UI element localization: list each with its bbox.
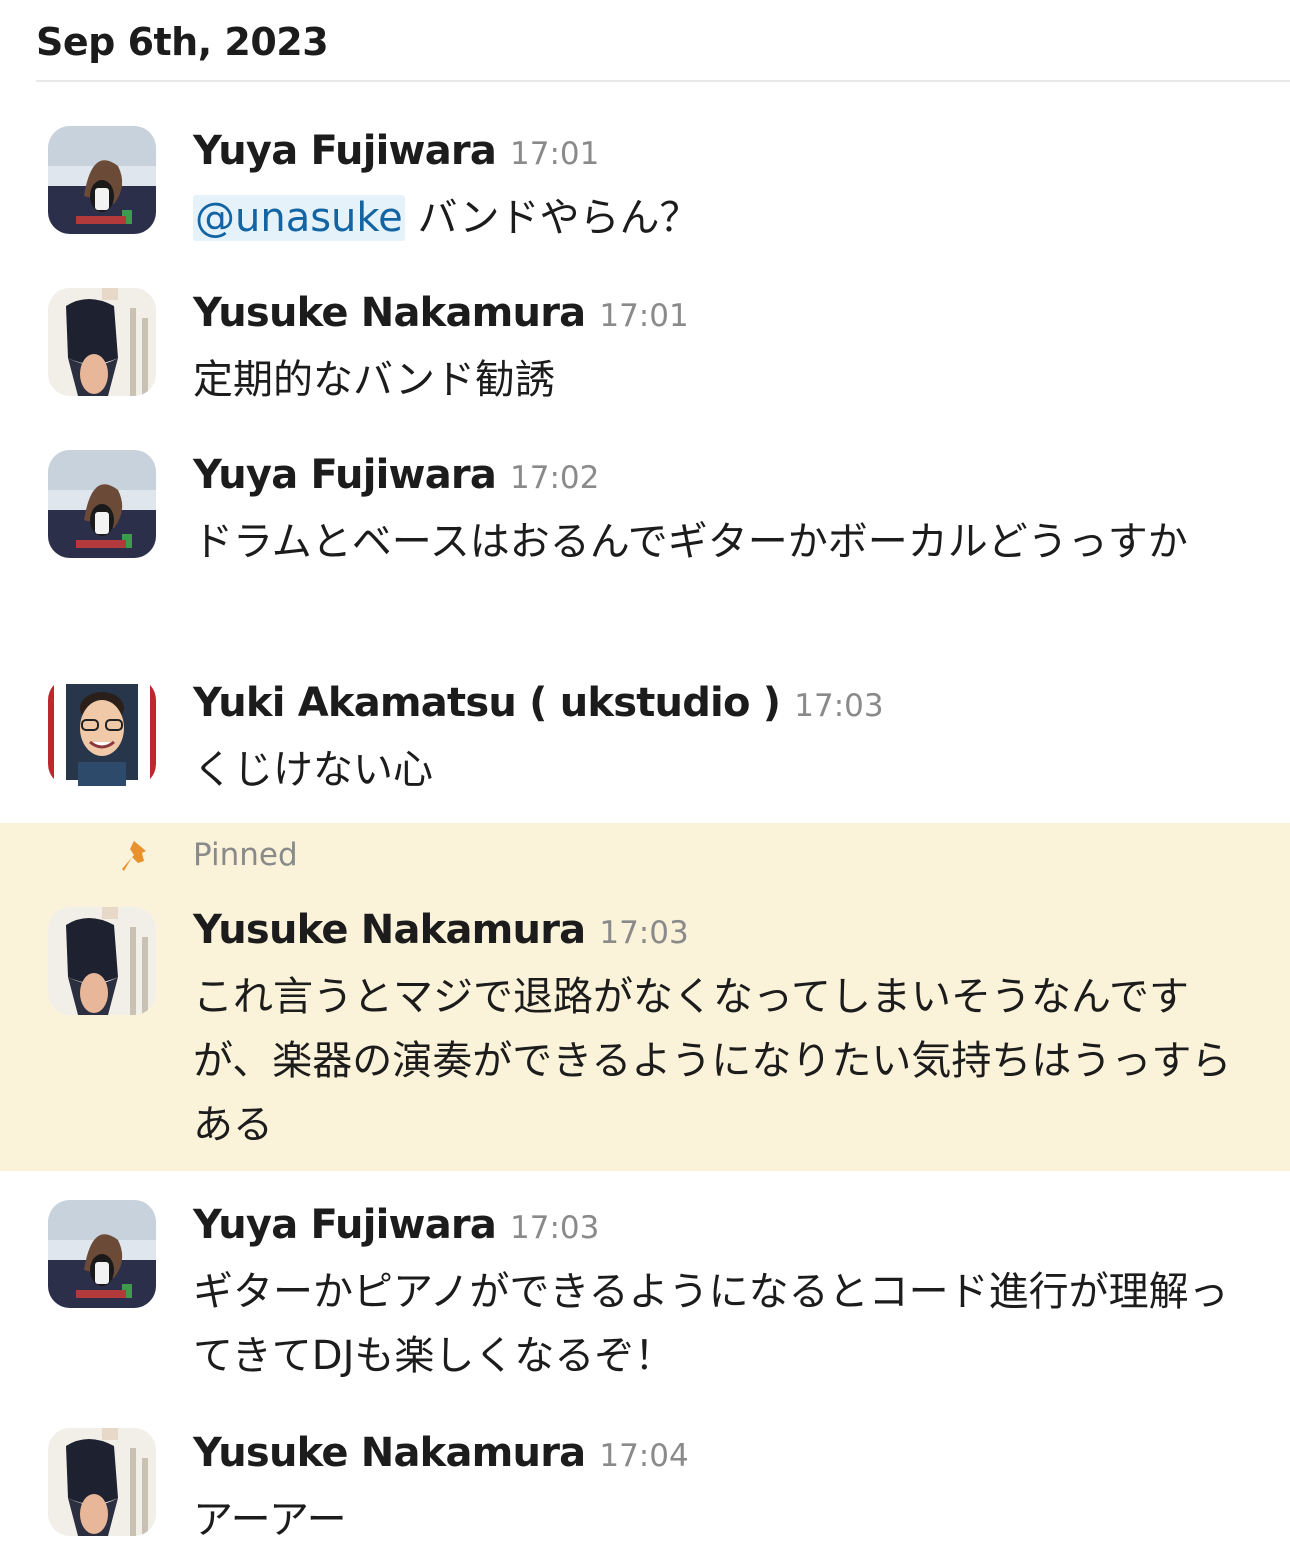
message-text: 定期的なバンド勧誘 xyxy=(193,357,555,403)
message-text: くじけない心 xyxy=(193,747,433,793)
avatar-photo-icon xyxy=(48,288,156,396)
avatar-yusuke[interactable] xyxy=(48,288,156,396)
timestamp[interactable]: 17:03 xyxy=(510,1210,599,1246)
author-name[interactable]: Yuya Fujiwara xyxy=(193,128,497,174)
message-text: アーアー xyxy=(193,1497,347,1543)
avatar-photo-icon xyxy=(48,450,156,558)
avatar-yuya[interactable] xyxy=(48,450,156,558)
author-name[interactable]: Yusuke Nakamura xyxy=(193,907,586,953)
message-text-content: バンドやらん？ xyxy=(404,195,700,241)
message-item[interactable]: Yuya Fujiwara 17:03 ギターかピアノができるようになるとコード進… xyxy=(0,1192,1290,1402)
author-name[interactable]: Yuki Akamatsu ( ukstudio ) xyxy=(193,680,781,726)
author-name[interactable]: Yusuke Nakamura xyxy=(193,1430,586,1476)
mention-link[interactable]: @unasuke xyxy=(193,195,405,241)
author-name[interactable]: Yuya Fujiwara xyxy=(193,452,497,498)
message-item[interactable]: Yuki Akamatsu ( ukstudio ) 17:03 くじけない心 xyxy=(0,670,1290,820)
pin-icon xyxy=(122,841,146,871)
message-text: これ言うとマジで退路がなくなってしまいそうなんですが、楽器の演奏ができるようにな… xyxy=(193,974,1232,1148)
avatar-yuya[interactable] xyxy=(48,126,156,234)
author-name[interactable]: Yuya Fujiwara xyxy=(193,1202,497,1248)
message-text: ギターかピアノができるようになるとコード進行が理解ってきてDJも楽しくなるぞ！ xyxy=(193,1269,1229,1379)
date-divider xyxy=(36,80,1290,82)
avatar-yusuke[interactable] xyxy=(48,907,156,1015)
message-text: ドラムとベースはおるんでギターかボーカルどうっすか xyxy=(193,519,1188,565)
timestamp[interactable]: 17:02 xyxy=(510,460,599,496)
message-item[interactable]: Yuya Fujiwara 17:01 @unasuke バンドやらん？ xyxy=(0,118,1290,258)
message-item[interactable]: Yuya Fujiwara 17:02 ドラムとベースはおるんでギターかボーカルど… xyxy=(0,442,1290,652)
message-item[interactable]: Yusuke Nakamura 17:01 定期的なバンド勧誘 xyxy=(0,280,1290,420)
timestamp[interactable]: 17:04 xyxy=(599,1438,688,1474)
date-header: Sep 6th, 2023 xyxy=(36,20,329,64)
avatar-photo-icon xyxy=(48,1428,156,1536)
pinned-message-item[interactable]: Pinned Yusuke Nakamura 17:03 これ言うとマジで退路がな… xyxy=(0,823,1290,1171)
avatar-yusuke[interactable] xyxy=(48,1428,156,1536)
avatar-yuki[interactable] xyxy=(48,678,156,786)
avatar-photo-icon xyxy=(48,907,156,1015)
avatar-photo-icon xyxy=(48,1200,156,1308)
timestamp[interactable]: 17:03 xyxy=(794,688,883,724)
avatar-photo-icon xyxy=(48,126,156,234)
author-name[interactable]: Yusuke Nakamura xyxy=(193,290,586,336)
message-item[interactable]: Yusuke Nakamura 17:04 アーアー xyxy=(0,1420,1290,1563)
avatar-yuya[interactable] xyxy=(48,1200,156,1308)
message-text: @unasuke バンドやらん？ xyxy=(193,186,1233,250)
avatar-photo-icon xyxy=(48,678,156,786)
pinned-label: Pinned xyxy=(193,837,298,873)
timestamp[interactable]: 17:01 xyxy=(599,298,688,334)
timestamp[interactable]: 17:03 xyxy=(599,915,688,951)
timestamp[interactable]: 17:01 xyxy=(510,136,599,172)
